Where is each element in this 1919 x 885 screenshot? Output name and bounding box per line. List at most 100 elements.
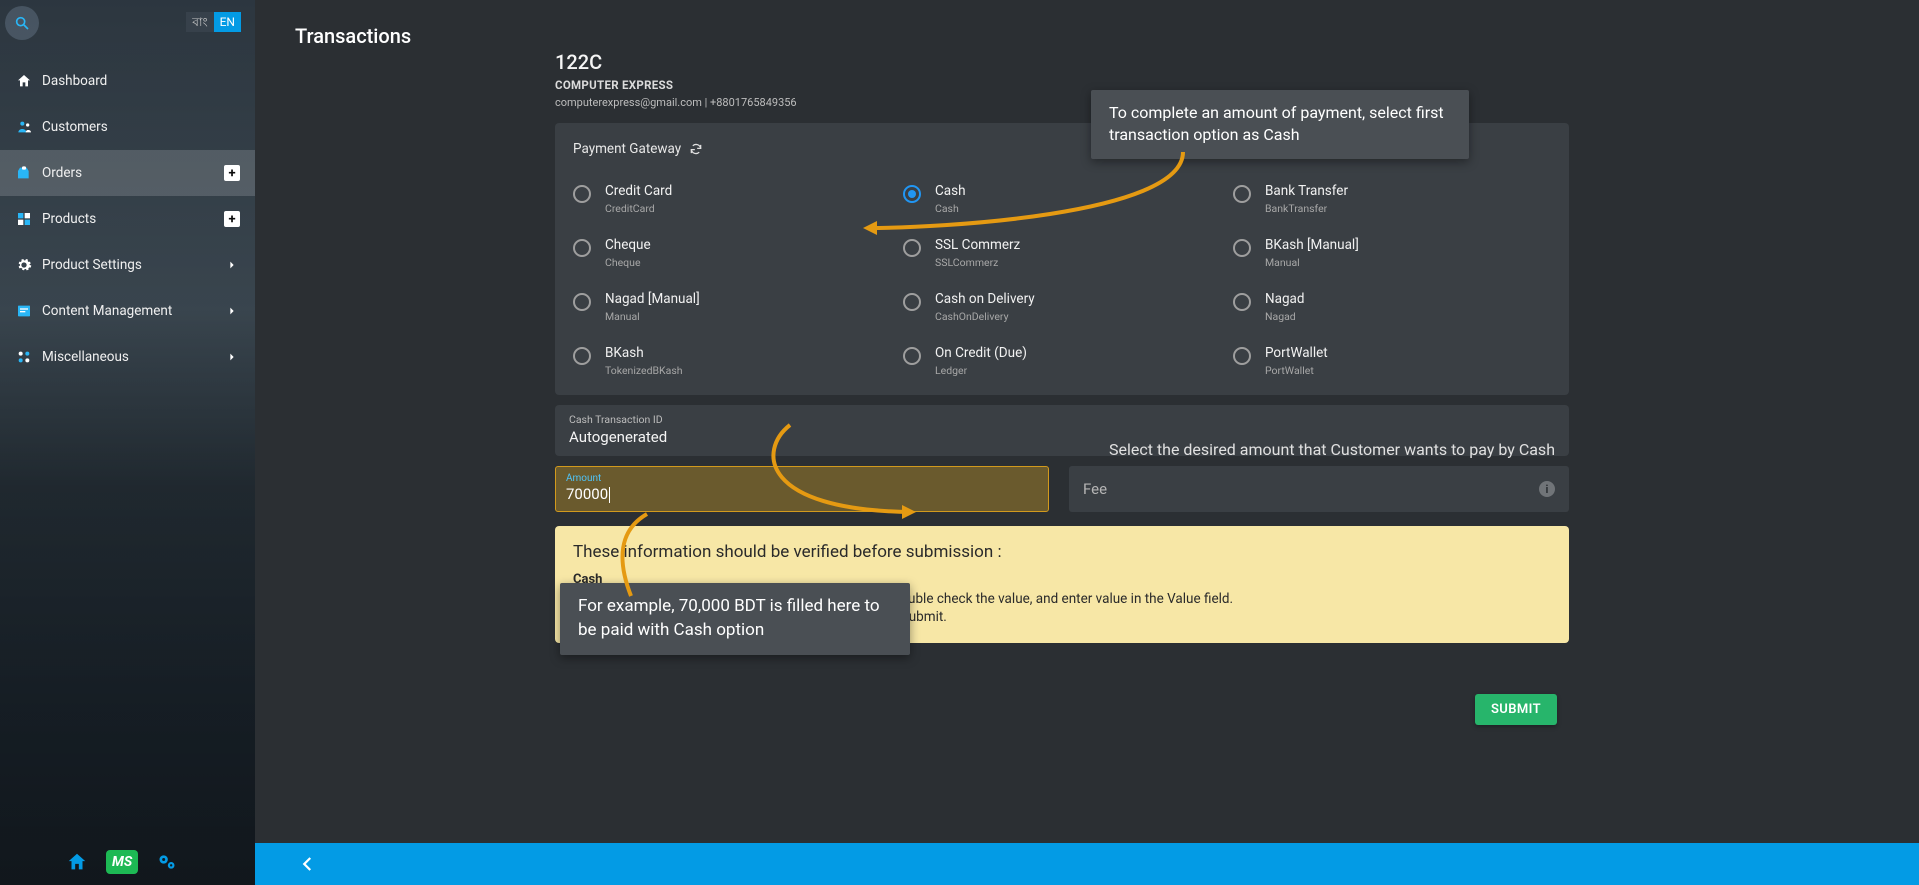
radio-icon xyxy=(903,185,921,203)
gateway-option-cod[interactable]: Cash on DeliveryCashOnDelivery xyxy=(903,291,1221,323)
back-button[interactable] xyxy=(299,853,317,875)
gateway-option-bkashmanual[interactable]: BKash [Manual] Manual xyxy=(1233,237,1551,269)
content: 122C COMPUTER EXPRESS computerexpress@gm… xyxy=(555,50,1569,643)
sidebar-item-customers[interactable]: Customers xyxy=(0,104,255,150)
radio-subtitle: CashOnDelivery xyxy=(935,310,1035,323)
chevron-right-icon xyxy=(227,351,237,363)
callout-select-cash: To complete an amount of payment, select… xyxy=(1091,90,1469,159)
radio-title: SSL Commerz xyxy=(935,237,1020,253)
radio-subtitle: CreditCard xyxy=(605,202,672,215)
radio-icon xyxy=(903,347,921,365)
sidebar-item-product-settings[interactable]: Product Settings xyxy=(0,242,255,288)
radio-title: BKash xyxy=(605,345,683,361)
radio-icon xyxy=(573,239,591,257)
sidebar-item-label: Product Settings xyxy=(42,257,223,273)
lang-bn[interactable]: বাং xyxy=(186,12,213,32)
search-button[interactable] xyxy=(5,6,39,40)
radio-subtitle: BankTransfer xyxy=(1265,202,1348,215)
settings-button[interactable] xyxy=(156,852,178,872)
amount-label: Amount xyxy=(566,473,1038,484)
chevron-right-icon xyxy=(227,305,237,317)
ms-badge[interactable]: MS xyxy=(106,850,138,874)
lang-en[interactable]: EN xyxy=(214,12,241,32)
sidebar-item-orders[interactable]: Orders + xyxy=(0,150,255,196)
gateway-option-portwallet[interactable]: PortWallet PortWallet xyxy=(1233,345,1551,377)
add-order-button[interactable]: + xyxy=(224,165,240,181)
gateway-option-nagadmanual[interactable]: Nagad [Manual] Manual xyxy=(573,291,891,323)
language-switcher[interactable]: বাং EN xyxy=(186,12,241,32)
radio-subtitle: Ledger xyxy=(935,364,1027,377)
txid-label: Cash Transaction ID xyxy=(569,413,1555,426)
radio-subtitle: Manual xyxy=(605,310,700,323)
radio-subtitle: PortWallet xyxy=(1265,364,1328,377)
txid-hint: Select the desired amount that Customer … xyxy=(1109,440,1555,459)
radio-icon xyxy=(573,347,591,365)
home-icon xyxy=(66,851,88,873)
gateway-option-banktransfer[interactable]: Bank Transfer BankTransfer xyxy=(1233,183,1551,215)
radio-icon xyxy=(903,239,921,257)
radio-subtitle: Manual xyxy=(1265,256,1359,269)
radio-title: Credit Card xyxy=(605,183,672,199)
radio-icon xyxy=(573,185,591,203)
radio-icon xyxy=(1233,185,1251,203)
radio-icon xyxy=(903,293,921,311)
amount-field[interactable]: Amount 70000 xyxy=(555,466,1049,512)
amount-input[interactable]: 70000 xyxy=(566,485,608,503)
refresh-icon[interactable] xyxy=(689,142,703,156)
radio-title: On Credit (Due) xyxy=(935,345,1027,361)
radio-subtitle: SSLCommerz xyxy=(935,256,1020,269)
sidebar-item-miscellaneous[interactable]: Miscellaneous xyxy=(0,334,255,380)
add-product-button[interactable]: + xyxy=(224,211,240,227)
gateway-option-cash[interactable]: Cash Cash xyxy=(903,183,1221,215)
home-button[interactable] xyxy=(66,851,88,873)
payment-gateway-label: Payment Gateway xyxy=(573,141,681,157)
gateway-option-nagad[interactable]: Nagad Nagad xyxy=(1233,291,1551,323)
submit-button[interactable]: SUBMIT xyxy=(1475,694,1557,725)
radio-title: Cheque xyxy=(605,237,651,253)
gateway-option-oncredit[interactable]: On Credit (Due) Ledger xyxy=(903,345,1221,377)
radio-title: Bank Transfer xyxy=(1265,183,1348,199)
sidebar: বাং EN Dashboard Customers Orders + Prod… xyxy=(0,0,255,885)
misc-icon xyxy=(16,349,32,365)
radio-title: Nagad xyxy=(1265,291,1305,307)
gateway-option-sslcommerz[interactable]: SSL Commerz SSLCommerz xyxy=(903,237,1221,269)
radio-title: BKash [Manual] xyxy=(1265,237,1359,253)
page-title: Transactions xyxy=(255,0,1919,48)
info-icon[interactable]: i xyxy=(1539,481,1555,497)
radio-icon xyxy=(573,293,591,311)
radio-title: Cash xyxy=(935,183,966,199)
radio-subtitle: Cash xyxy=(935,202,966,215)
sidebar-item-products[interactable]: Products + xyxy=(0,196,255,242)
payment-gateway-card: Payment Gateway Credit Card CreditCard Cas… xyxy=(555,123,1569,395)
gateway-option-creditcard[interactable]: Credit Card CreditCard xyxy=(573,183,891,215)
text-caret xyxy=(609,487,610,503)
sidebar-item-label: Miscellaneous xyxy=(42,349,223,365)
search-icon xyxy=(14,15,30,31)
fee-field[interactable]: Fee i xyxy=(1069,466,1569,512)
sidebar-item-label: Dashboard xyxy=(42,73,241,89)
customers-icon xyxy=(16,119,34,135)
transaction-id-bar: Cash Transaction ID Autogenerated Select… xyxy=(555,405,1569,456)
verify-title: These information should be verified bef… xyxy=(573,542,1551,562)
radio-title: Nagad [Manual] xyxy=(605,291,700,307)
sidebar-item-label: Customers xyxy=(42,119,241,135)
gateway-option-cheque[interactable]: Cheque Cheque xyxy=(573,237,891,269)
sidebar-item-content-management[interactable]: Content Management xyxy=(0,288,255,334)
chevron-right-icon xyxy=(227,259,237,271)
sidebar-item-label: Products xyxy=(42,211,223,227)
gateway-option-bkash[interactable]: BKashTokenizedBKash xyxy=(573,345,891,377)
sidebar-item-label: Orders xyxy=(42,165,223,181)
sidebar-item-dashboard[interactable]: Dashboard xyxy=(0,58,255,104)
gear-icon xyxy=(16,257,32,273)
fee-placeholder: Fee xyxy=(1083,480,1107,498)
radio-subtitle: Cheque xyxy=(605,256,651,269)
radio-title: PortWallet xyxy=(1265,345,1328,361)
products-icon xyxy=(16,211,32,227)
radio-icon xyxy=(1233,239,1251,257)
gears-icon xyxy=(156,852,178,872)
order-id: 122C xyxy=(555,50,1569,74)
content-icon xyxy=(16,303,32,319)
orders-icon xyxy=(16,165,32,181)
home-icon xyxy=(16,73,32,89)
radio-subtitle: Nagad xyxy=(1265,310,1305,323)
